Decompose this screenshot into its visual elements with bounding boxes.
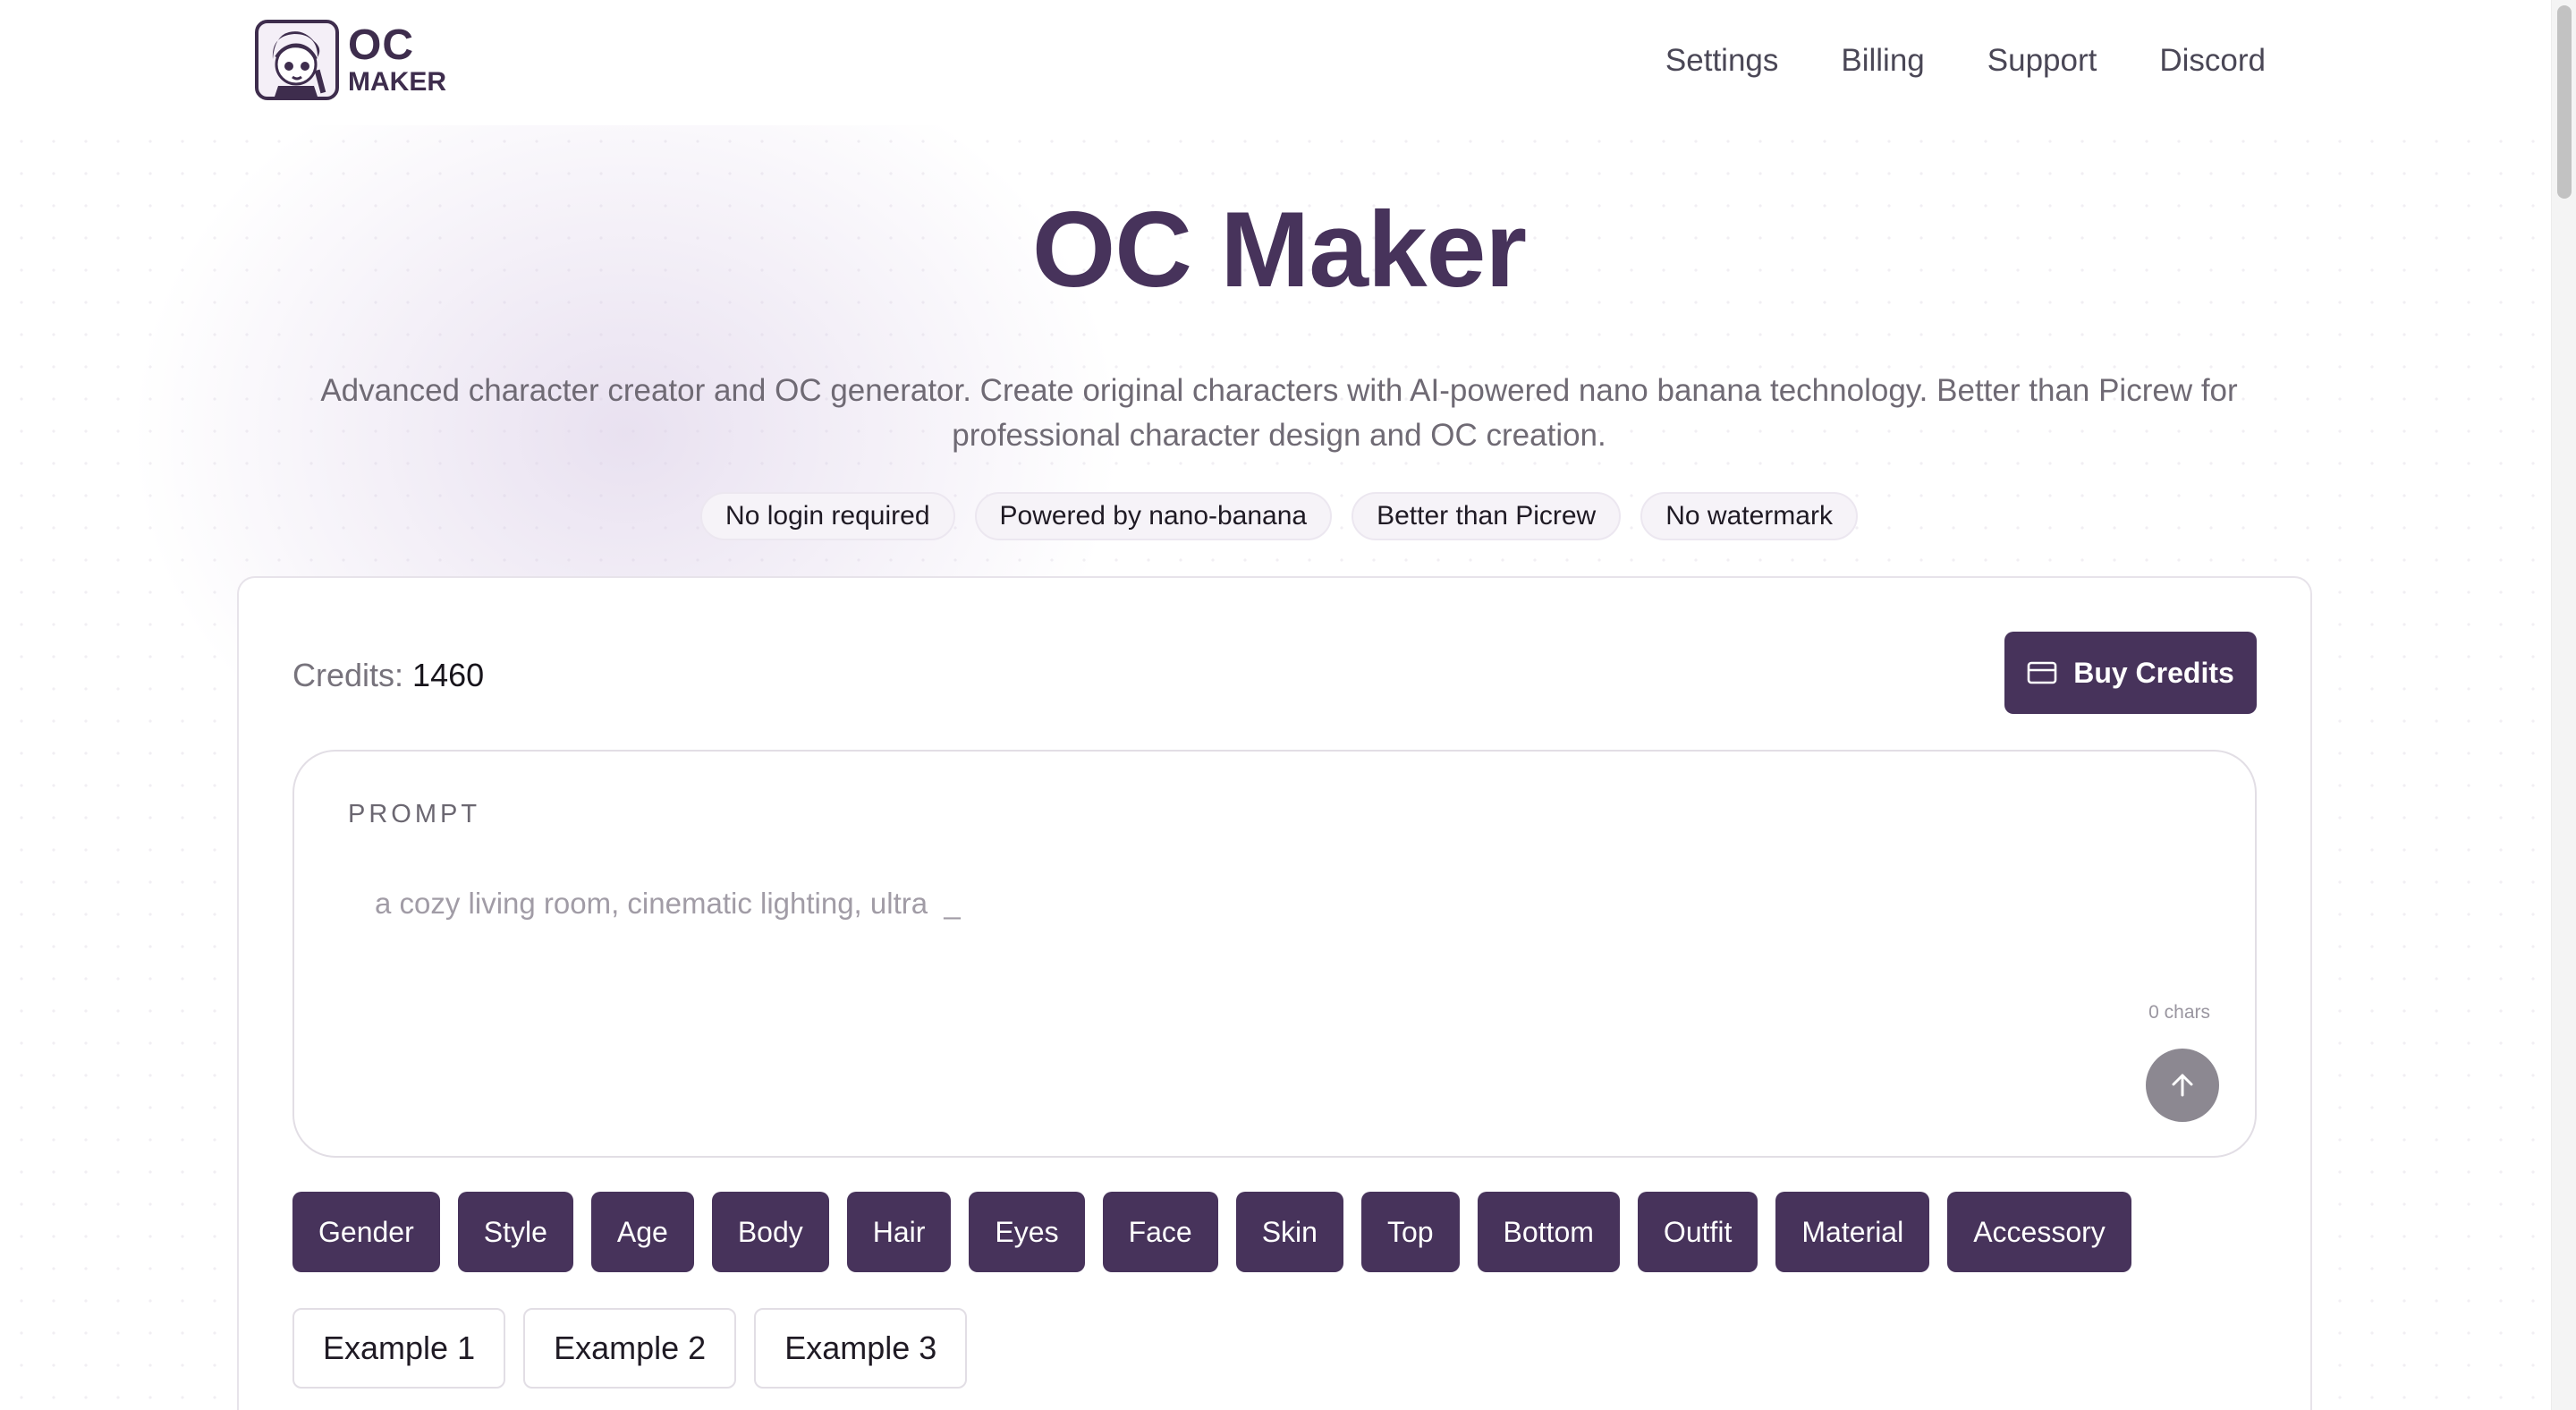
nav-billing[interactable]: Billing: [1841, 43, 1924, 79]
generator-card: Credits: 1460 Buy Credits PROMPT 0 chars…: [237, 576, 2312, 1410]
page-title: OC Maker: [1031, 190, 1527, 310]
logo-text-oc: OC: [348, 21, 414, 69]
scrollbar[interactable]: [2551, 0, 2576, 1410]
badge-powered-by: Powered by nano-banana: [974, 492, 1333, 540]
tag-outfit[interactable]: Outfit: [1637, 1192, 1758, 1272]
example-2-button[interactable]: Example 2: [523, 1308, 737, 1389]
badge-no-login: No login required: [700, 492, 955, 540]
credits-display: Credits: 1460: [292, 657, 484, 694]
logo[interactable]: OC MAKER: [255, 20, 446, 100]
tag-face[interactable]: Face: [1102, 1192, 1218, 1272]
badge-better-than-picrew: Better than Picrew: [1352, 492, 1622, 540]
site-header: OC MAKER Settings Billing Support Discor…: [0, 0, 2558, 125]
logo-text-maker: MAKER: [348, 67, 446, 97]
scrollbar-thumb[interactable]: [2557, 5, 2572, 199]
prompt-box: PROMPT 0 chars: [292, 750, 2257, 1158]
example-3-button[interactable]: Example 3: [754, 1308, 968, 1389]
char-count: 0 chars: [2148, 1002, 2210, 1023]
main-nav: Settings Billing Support Discord: [1665, 43, 2266, 79]
submit-button[interactable]: [2146, 1049, 2219, 1122]
tag-bottom[interactable]: Bottom: [1477, 1192, 1620, 1272]
badge-no-watermark: No watermark: [1640, 492, 1858, 540]
tag-style[interactable]: Style: [457, 1192, 573, 1272]
arrow-up-icon: [2172, 1074, 2193, 1097]
tag-age[interactable]: Age: [590, 1192, 694, 1272]
credits-label: Credits:: [292, 657, 404, 693]
buy-credits-label: Buy Credits: [2073, 656, 2234, 689]
tag-material[interactable]: Material: [1775, 1192, 1930, 1272]
tag-eyes[interactable]: Eyes: [969, 1192, 1085, 1272]
tag-gender[interactable]: Gender: [292, 1192, 440, 1272]
prompt-input[interactable]: [348, 877, 2199, 930]
nav-support[interactable]: Support: [1987, 43, 2097, 79]
credit-card-icon: [2027, 661, 2057, 684]
page-description: Advanced character creator and OC genera…: [320, 373, 2238, 453]
tag-body[interactable]: Body: [711, 1192, 829, 1272]
example-buttons: Example 1 Example 2 Example 3: [292, 1308, 968, 1389]
feature-badges: No login required Powered by nano-banana…: [0, 492, 2558, 540]
nav-discord[interactable]: Discord: [2159, 43, 2266, 79]
tag-top[interactable]: Top: [1360, 1192, 1460, 1272]
attribute-tags: Gender Style Age Body Hair Eyes Face Ski…: [292, 1192, 2131, 1272]
tag-skin[interactable]: Skin: [1235, 1192, 1343, 1272]
tag-hair[interactable]: Hair: [846, 1192, 952, 1272]
credits-value: 1460: [412, 657, 485, 693]
nav-settings[interactable]: Settings: [1665, 43, 1778, 79]
example-1-button[interactable]: Example 1: [292, 1308, 506, 1389]
tag-accessory[interactable]: Accessory: [1947, 1192, 2131, 1272]
buy-credits-button[interactable]: Buy Credits: [2004, 632, 2257, 714]
prompt-label: PROMPT: [348, 800, 481, 828]
character-face-icon: [255, 20, 339, 100]
